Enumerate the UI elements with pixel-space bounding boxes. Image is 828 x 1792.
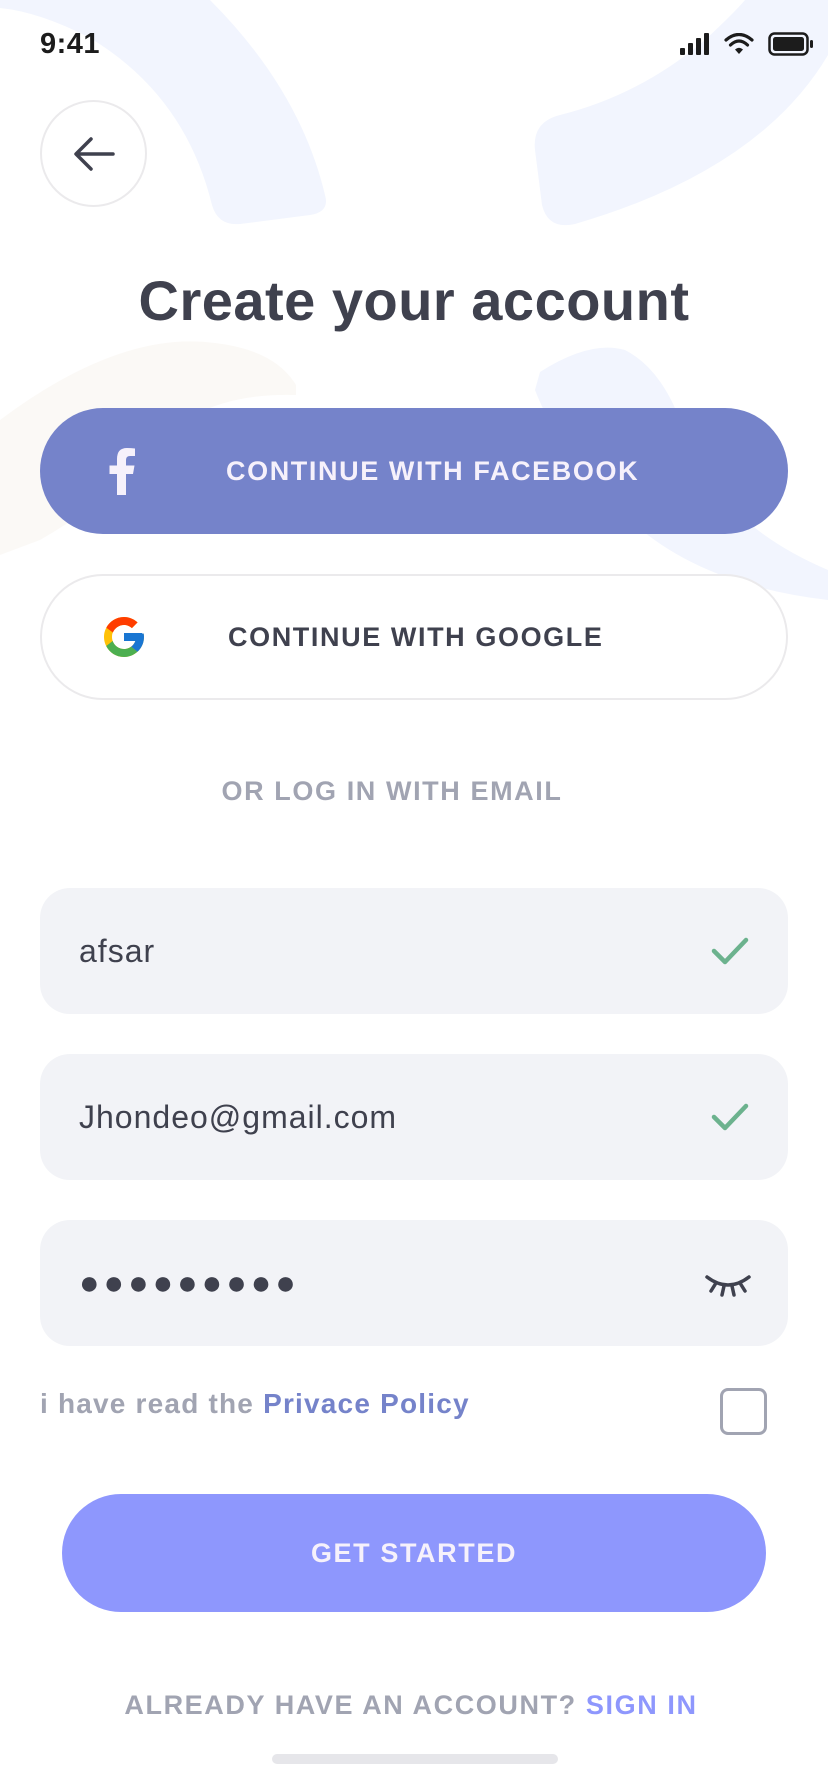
password-field[interactable]: ●●●●●●●●● — [40, 1220, 788, 1346]
privacy-policy-row: i have read the Privace Policy — [40, 1388, 470, 1420]
name-field[interactable] — [40, 888, 788, 1014]
cellular-signal-icon — [680, 33, 709, 55]
google-icon — [98, 611, 150, 663]
eye-closed-icon[interactable] — [704, 1263, 752, 1303]
password-value[interactable]: ●●●●●●●●● — [79, 1220, 300, 1346]
sign-in-link[interactable]: SIGN IN — [586, 1690, 698, 1720]
email-input[interactable] — [79, 1054, 639, 1180]
wifi-icon — [724, 33, 754, 54]
continue-with-google-button[interactable]: CONTINUE WITH GOOGLE — [40, 574, 788, 700]
checkmark-icon — [710, 931, 750, 971]
home-indicator — [272, 1754, 558, 1764]
get-started-button[interactable]: GET STARTED — [62, 1494, 766, 1612]
page-title: Create your account — [138, 269, 690, 332]
google-button-label: CONTINUE WITH GOOGLE — [228, 621, 604, 652]
continue-with-facebook-button[interactable]: CONTINUE WITH FACEBOOK — [40, 408, 788, 534]
sign-in-prefix: ALREADY HAVE AN ACCOUNT? — [124, 1690, 586, 1720]
email-divider-label: OR LOG IN WITH EMAIL — [221, 776, 563, 806]
privacy-policy-prefix: i have read the — [40, 1388, 264, 1419]
facebook-icon — [96, 445, 148, 497]
status-icons — [680, 32, 814, 56]
facebook-button-label: CONTINUE WITH FACEBOOK — [226, 455, 640, 486]
arrow-left-icon — [73, 136, 115, 171]
battery-icon — [768, 32, 813, 56]
email-field[interactable] — [40, 1054, 788, 1180]
privacy-policy-link[interactable]: Privace Policy — [263, 1388, 470, 1419]
status-time: 9:41 — [40, 28, 101, 60]
sign-in-row: ALREADY HAVE AN ACCOUNT? SIGN IN — [0, 1690, 822, 1721]
checkmark-icon — [710, 1097, 750, 1137]
back-button[interactable] — [40, 100, 147, 207]
privacy-policy-checkbox[interactable] — [720, 1388, 767, 1435]
name-input[interactable] — [79, 888, 639, 1014]
